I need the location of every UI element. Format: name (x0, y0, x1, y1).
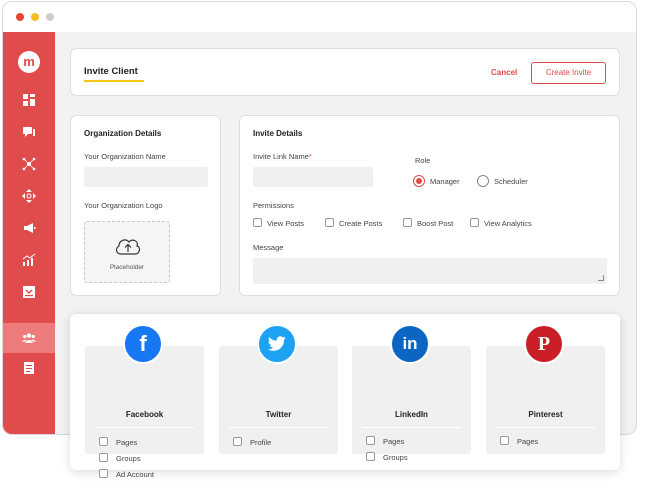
facebook-pages-label: Pages (116, 438, 138, 447)
linkedin-icon: in (390, 324, 430, 364)
minimize-window-button[interactable] (31, 13, 39, 21)
sidebar-item-documents[interactable] (3, 353, 55, 383)
social-card-linkedin: in LinkedIn Pages Groups (352, 324, 471, 462)
permission-boost-post-label: Boost Post (417, 219, 454, 228)
role-manager-label: Manager (430, 177, 460, 186)
divider (229, 427, 328, 428)
close-window-button[interactable] (16, 13, 24, 21)
divider (362, 427, 461, 428)
megaphone-icon (24, 223, 36, 233)
linkedin-groups-checkbox[interactable] (366, 452, 375, 461)
social-name-twitter: Twitter (265, 410, 292, 419)
linkedin-pages-label: Pages (383, 437, 405, 446)
permission-view-posts-label: View Posts (267, 219, 304, 228)
create-invite-button[interactable]: Create Invite (531, 62, 606, 84)
move-icon (22, 189, 36, 203)
sidebar-item-chat[interactable] (3, 117, 55, 147)
title-underline (84, 80, 144, 82)
invite-link-name-label: Invite Link Name* (253, 152, 312, 161)
facebook-groups-label: Groups (116, 454, 141, 463)
invite-details-card: Invite Details Invite Link Name* Role Ma… (239, 115, 620, 296)
permissions-label: Permissions (253, 201, 294, 210)
pinterest-pages-checkbox[interactable] (500, 436, 509, 445)
linkedin-pages-checkbox[interactable] (366, 436, 375, 445)
organization-logo-label: Your Organization Logo (84, 201, 163, 210)
permission-boost-post-checkbox[interactable] (403, 218, 412, 227)
sidebar-item-network[interactable] (3, 149, 55, 179)
permission-view-posts-checkbox[interactable] (253, 218, 262, 227)
facebook-ad-account-label: Ad Account (116, 470, 154, 479)
role-label: Role (415, 156, 431, 165)
sidebar-item-campaigns[interactable] (3, 213, 55, 243)
invite-link-name-input[interactable] (253, 167, 373, 187)
resize-grip-icon[interactable] (598, 275, 604, 281)
users-icon (22, 333, 36, 343)
permission-create-posts-label: Create Posts (339, 219, 383, 228)
maximize-window-button[interactable] (46, 13, 54, 21)
page-title: Invite Client (84, 66, 138, 77)
dashboard-icon (23, 94, 35, 106)
organization-name-label: Your Organization Name (84, 152, 166, 161)
sidebar-item-move[interactable] (3, 181, 55, 211)
inbox-icon (23, 286, 35, 298)
message-textarea[interactable] (253, 258, 607, 284)
divider (95, 427, 194, 428)
permission-view-analytics-label: View Analytics (484, 219, 532, 228)
twitter-icon (257, 324, 297, 364)
sidebar-item-inbox[interactable] (3, 277, 55, 307)
linkedin-groups-label: Groups (383, 453, 408, 462)
role-scheduler-radio[interactable] (477, 175, 489, 187)
organization-details-card: Organization Details Your Organization N… (70, 115, 221, 296)
sidebar-item-dashboard[interactable] (3, 85, 55, 115)
chat-icon (23, 127, 35, 137)
sidebar: m (3, 32, 55, 434)
organization-details-title: Organization Details (84, 129, 162, 138)
cloud-upload-icon (115, 239, 141, 255)
sidebar-item-users[interactable] (3, 323, 55, 353)
pinterest-pages-label: Pages (517, 437, 539, 446)
social-card-twitter: Twitter Profile (219, 324, 338, 454)
social-card-pinterest: P Pinterest Pages (486, 324, 605, 454)
social-networks-panel: f Facebook Pages Groups Ad Account Twitt… (70, 314, 620, 479)
sidebar-item-analytics[interactable] (3, 245, 55, 275)
organization-name-input[interactable] (84, 167, 208, 187)
document-icon (24, 362, 34, 374)
role-manager-radio[interactable] (413, 175, 425, 187)
cancel-button[interactable]: Cancel (491, 68, 517, 77)
brand-logo: m (18, 51, 40, 73)
facebook-groups-checkbox[interactable] (99, 453, 108, 462)
required-mark: * (308, 152, 312, 161)
title-bar (3, 2, 636, 32)
facebook-icon: f (123, 324, 163, 364)
social-name-linkedin: LinkedIn (395, 410, 428, 419)
permission-view-analytics-checkbox[interactable] (470, 218, 479, 227)
social-name-pinterest: Pinterest (528, 410, 563, 419)
network-icon (22, 157, 36, 171)
social-name-facebook: Facebook (125, 410, 164, 419)
pinterest-icon: P (524, 324, 564, 364)
facebook-pages-checkbox[interactable] (99, 437, 108, 446)
logo-placeholder-text: Placeholder (109, 264, 145, 271)
invite-link-name-text: Invite Link Name (253, 152, 309, 161)
facebook-ad-account-checkbox[interactable] (99, 469, 108, 478)
logo-upload-dropzone[interactable]: Placeholder (84, 221, 170, 283)
twitter-profile-label: Profile (250, 438, 272, 447)
analytics-icon (22, 253, 36, 266)
invite-details-title: Invite Details (253, 129, 303, 138)
twitter-bird-icon (267, 336, 286, 351)
divider (496, 427, 595, 428)
social-card-facebook: f Facebook Pages Groups Ad Account (85, 324, 204, 479)
page-header: Invite Client Cancel Create Invite (70, 48, 620, 96)
twitter-profile-checkbox[interactable] (233, 437, 242, 446)
message-label: Message (253, 243, 284, 252)
role-scheduler-label: Scheduler (494, 177, 528, 186)
permission-create-posts-checkbox[interactable] (325, 218, 334, 227)
